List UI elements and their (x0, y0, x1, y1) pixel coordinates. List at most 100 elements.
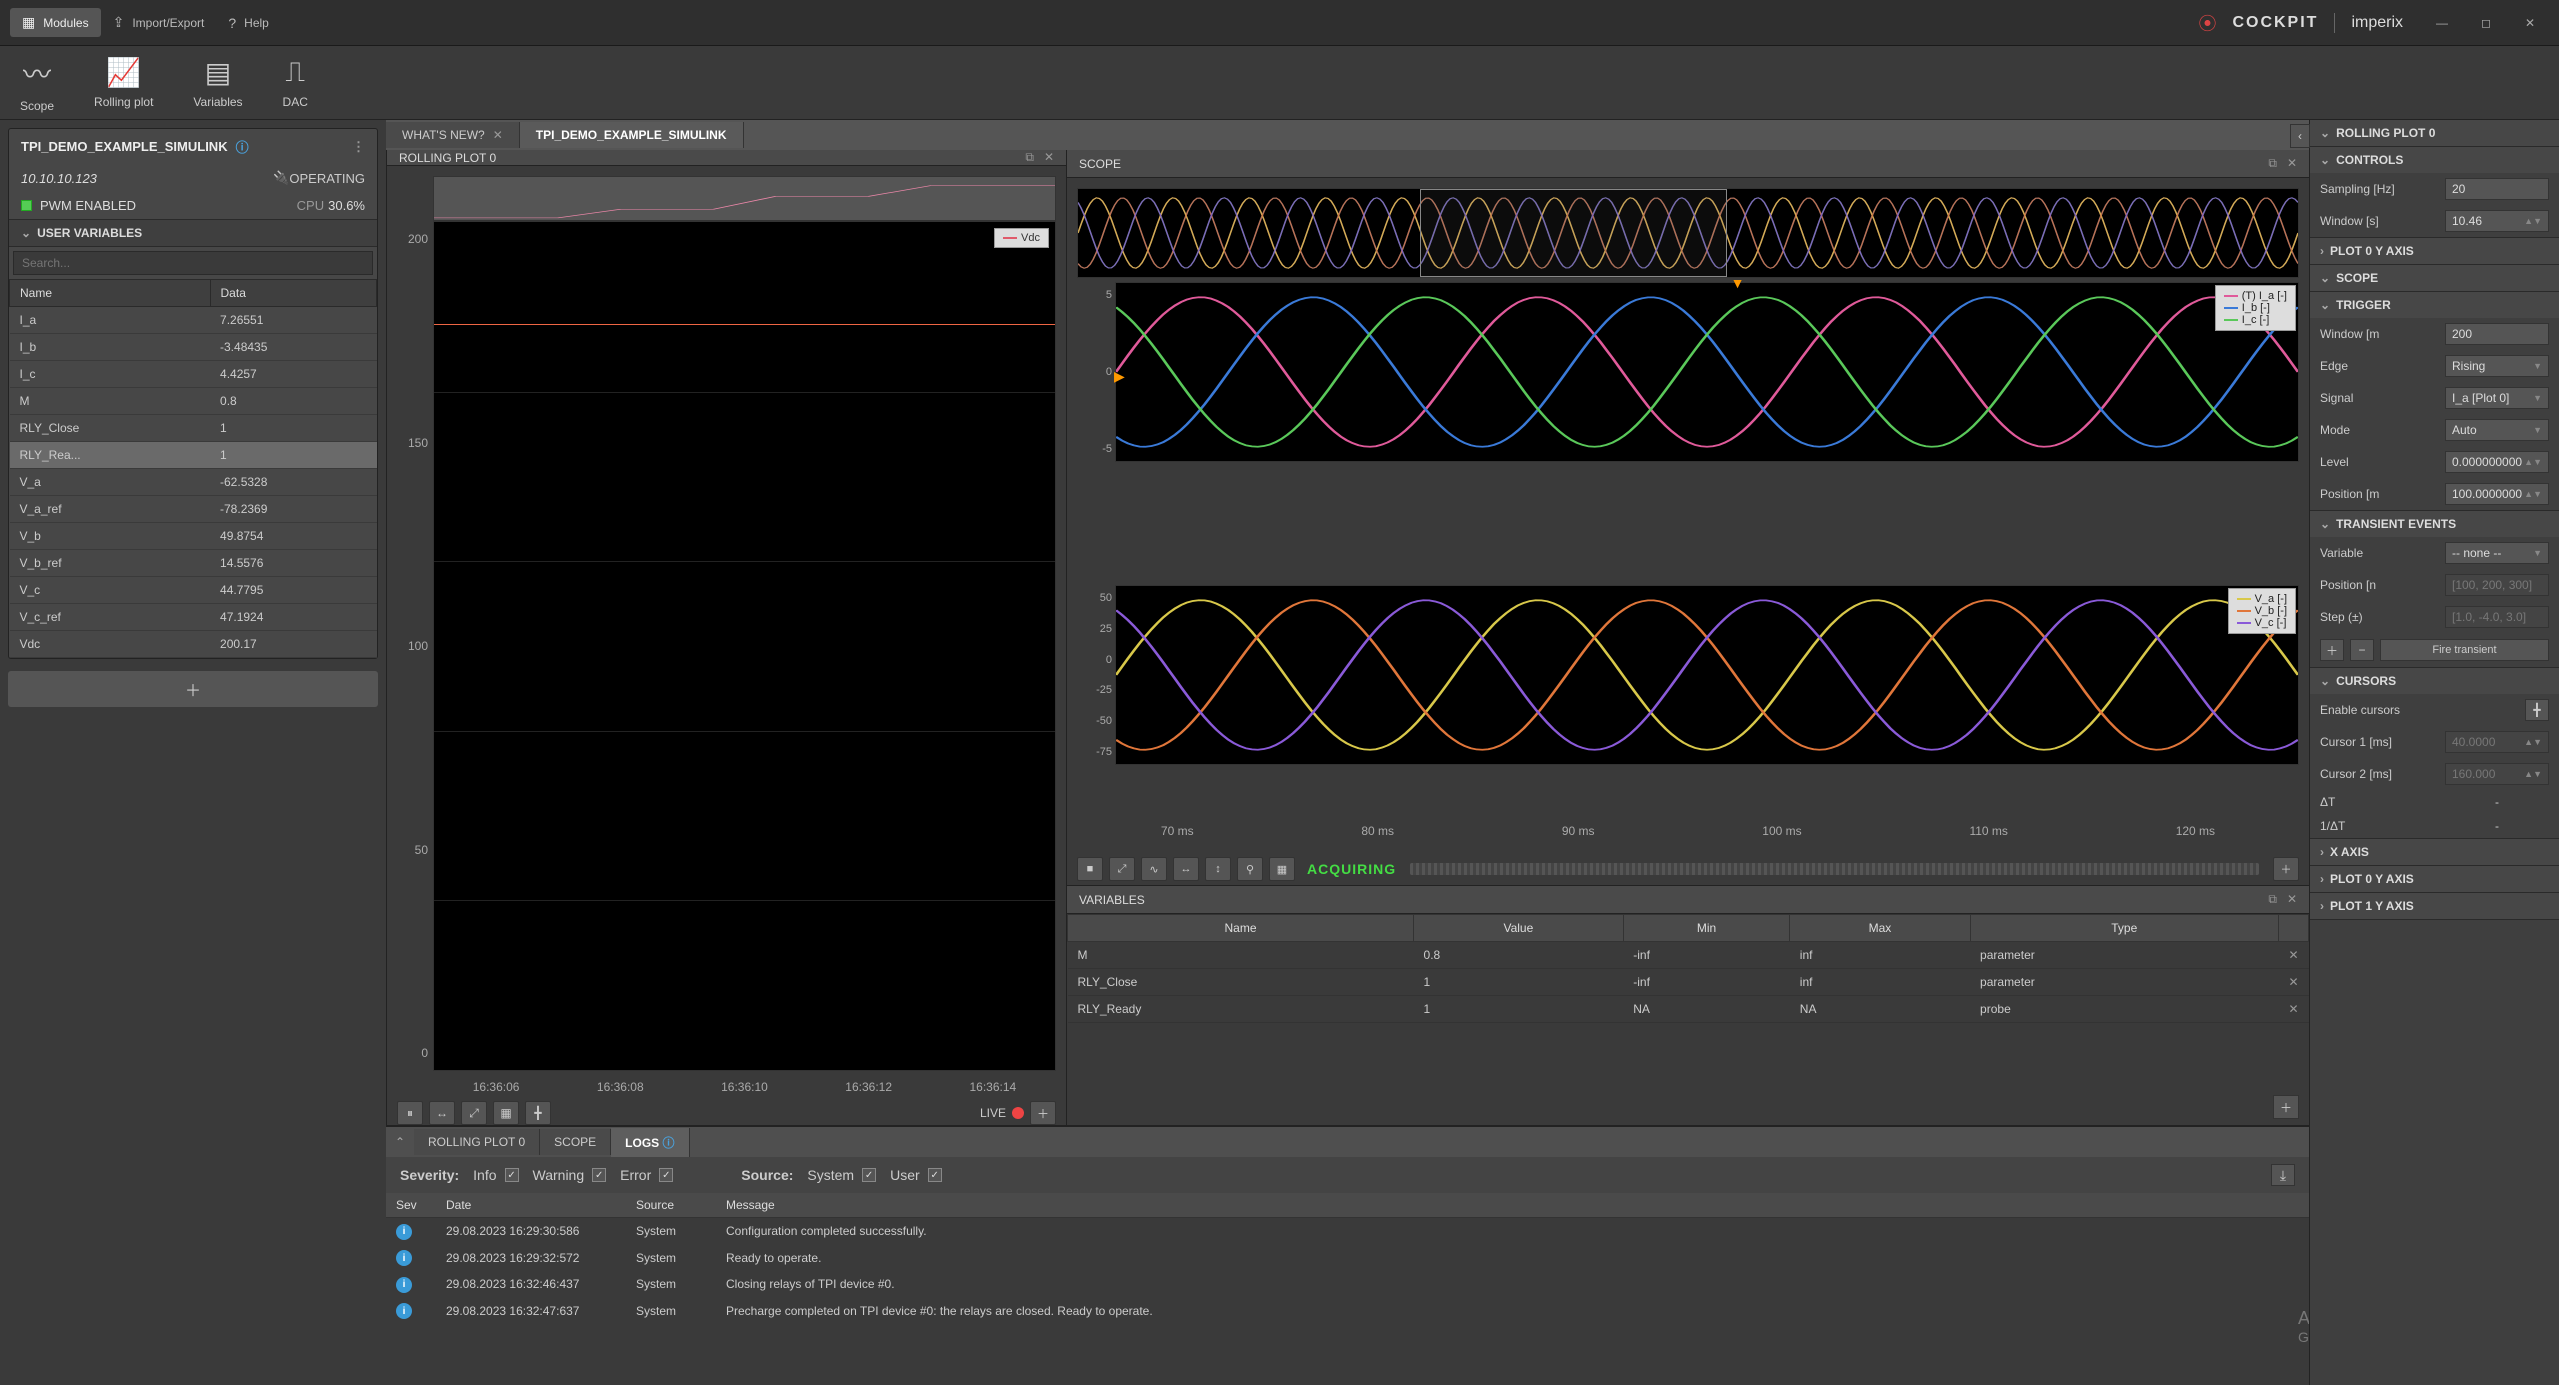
sampling-input[interactable]: 20 (2445, 178, 2549, 200)
add-variable[interactable]: ＋ (8, 671, 378, 707)
table-row[interactable]: I_b-3.48435 (10, 334, 377, 361)
filter-warning-check[interactable]: ✓ (592, 1168, 606, 1182)
undock-icon[interactable]: ⧉ (2268, 156, 2277, 171)
search-input[interactable] (13, 251, 373, 275)
scope-plot-1[interactable]: 50250-25-50-75 V_a [-]V_b [-]V_c [-] (1115, 585, 2299, 765)
cursor-button[interactable]: ╋ (525, 1101, 551, 1125)
level-input[interactable]: 0.000000000▲▼ (2445, 451, 2549, 473)
col-sev[interactable]: Sev (386, 1193, 436, 1218)
fit-button[interactable]: ⤢ (1109, 857, 1135, 881)
table-row[interactable]: RLY_Close1-infinfparameter✕ (1068, 969, 2309, 996)
zoom-button[interactable]: ∿ (1141, 857, 1167, 881)
window-maximize[interactable]: ◻ (2467, 9, 2505, 37)
settings-button[interactable]: ▦ (1269, 857, 1295, 881)
tab-main[interactable]: TPI_DEMO_EXAMPLE_SIMULINK (520, 122, 744, 148)
rolling-overview[interactable] (433, 176, 1056, 221)
window-close[interactable]: ✕ (2511, 9, 2549, 37)
info-icon[interactable]: ⓘ (236, 137, 249, 156)
delete-row-button[interactable]: ✕ (2278, 942, 2308, 969)
table-row[interactable]: V_c44.7795 (10, 577, 377, 604)
mode-select[interactable]: Auto▼ (2445, 419, 2549, 441)
fit-y-button[interactable]: ⤢ (461, 1101, 487, 1125)
col-type[interactable]: Type (1970, 915, 2278, 942)
rp-scope-header[interactable]: SCOPE (2310, 265, 2559, 291)
add-plot-button[interactable]: ＋ (2273, 857, 2299, 881)
project-menu[interactable]: ⋮ (352, 139, 365, 155)
filter-error-check[interactable]: ✓ (659, 1168, 673, 1182)
rp-rolling-header[interactable]: ROLLING PLOT 0 (2310, 120, 2559, 146)
fire-transient-button[interactable]: Fire transient (2380, 639, 2549, 661)
col-value[interactable]: Value (1414, 915, 1624, 942)
table-row[interactable]: M0.8-infinfparameter✕ (1068, 942, 2309, 969)
undock-icon[interactable]: ⧉ (1025, 150, 1034, 165)
table-row[interactable]: M0.8 (10, 388, 377, 415)
fit-x-button[interactable]: ↔ (1173, 857, 1199, 881)
grid-button[interactable]: ▦ (493, 1101, 519, 1125)
filter-info-check[interactable]: ✓ (505, 1168, 519, 1182)
rp-trigger-header[interactable]: TRIGGER (2310, 292, 2559, 318)
table-row[interactable]: Vdc200.17 (10, 631, 377, 658)
collapse-button[interactable]: ⌃ (386, 1128, 414, 1156)
fit-x-button[interactable]: ↔ (429, 1101, 455, 1125)
signal-select[interactable]: I_a [Plot 0]▼ (2445, 387, 2549, 409)
tpos-input[interactable]: [100, 200, 300] (2445, 574, 2549, 596)
table-row[interactable]: RLY_Ready1NANAprobe✕ (1068, 996, 2309, 1023)
filter-user-check[interactable]: ✓ (928, 1168, 942, 1182)
filter-system-check[interactable]: ✓ (862, 1168, 876, 1182)
tool-rolling[interactable]: 📈Rolling plot (94, 56, 153, 109)
cursor1-input[interactable]: 40.0000▲▼ (2445, 731, 2549, 753)
table-row[interactable]: V_a_ref-78.2369 (10, 496, 377, 523)
trigger-window-input[interactable]: 200 (2445, 323, 2549, 345)
tab-logs[interactable]: LOGS ⓘ (611, 1128, 689, 1157)
rolling-chart[interactable]: Vdc 200150100500 16:36:0616:36:0816:36:1… (433, 221, 1056, 1071)
scope-plot-0[interactable]: ▼ ▶ 50-5 (T) I_a [-]I_b [-]I_c [-] (1115, 282, 2299, 462)
tab-scope[interactable]: SCOPE (540, 1129, 611, 1155)
col-name[interactable]: Name (1068, 915, 1414, 942)
rp-xaxis-header[interactable]: X AXIS (2310, 839, 2559, 865)
close-icon[interactable]: ✕ (2287, 892, 2297, 907)
transient-remove-button[interactable]: − (2350, 639, 2374, 661)
close-icon[interactable]: ✕ (493, 128, 503, 142)
add-plot-button[interactable]: ＋ (1030, 1101, 1056, 1125)
fit-y-button[interactable]: ↕ (1205, 857, 1231, 881)
delete-row-button[interactable]: ✕ (2278, 969, 2308, 996)
col-min[interactable]: Min (1623, 915, 1790, 942)
table-row[interactable]: I_a7.26551 (10, 307, 377, 334)
rp-p1y-header[interactable]: PLOT 1 Y AXIS (2310, 893, 2559, 919)
add-variable-button[interactable]: ＋ (2273, 1095, 2299, 1119)
window-minimize[interactable]: — (2423, 9, 2461, 37)
rp-p0y-header[interactable]: PLOT 0 Y AXIS (2310, 866, 2559, 892)
tab-rolling-plot[interactable]: ROLLING PLOT 0 (414, 1129, 540, 1155)
collapse-right-button[interactable]: ‹ (2290, 124, 2310, 148)
modules-button[interactable]: ▦Modules (10, 8, 101, 37)
scope-overview[interactable] (1077, 188, 2299, 278)
table-row[interactable]: RLY_Close1 (10, 415, 377, 442)
stop-button[interactable]: ■ (1077, 857, 1103, 881)
tool-scope[interactable]: 〰Scope (20, 53, 54, 113)
tab-whats-new[interactable]: WHAT'S NEW?✕ (386, 122, 520, 148)
col-date[interactable]: Date (436, 1193, 626, 1218)
user-variables-header[interactable]: USER VARIABLES (9, 219, 377, 247)
rp-transient-header[interactable]: TRANSIENT EVENTS (2310, 511, 2559, 537)
rp-cursors-header[interactable]: CURSORS (2310, 668, 2559, 694)
tool-dac[interactable]: ⎍DAC (283, 56, 308, 109)
col-max[interactable]: Max (1790, 915, 1970, 942)
undock-icon[interactable]: ⧉ (2268, 892, 2277, 907)
table-row[interactable]: V_c_ref47.1924 (10, 604, 377, 631)
help-button[interactable]: ?Help (216, 9, 280, 37)
col-data[interactable]: Data (210, 280, 376, 307)
close-icon[interactable]: ✕ (2287, 156, 2297, 171)
trigger-button[interactable]: ⚲ (1237, 857, 1263, 881)
rp-plot0y-header[interactable]: PLOT 0 Y AXIS (2310, 238, 2559, 264)
window-input[interactable]: 10.46▲▼ (2445, 210, 2549, 232)
position-input[interactable]: 100.0000000▲▼ (2445, 483, 2549, 505)
import-export-button[interactable]: ⇪Import/Export (101, 8, 217, 37)
col-message[interactable]: Message (716, 1193, 2309, 1218)
table-row[interactable]: V_a-62.5328 (10, 469, 377, 496)
table-row[interactable]: V_b49.8754 (10, 523, 377, 550)
table-row[interactable]: I_c4.4257 (10, 361, 377, 388)
col-name[interactable]: Name (10, 280, 211, 307)
edge-select[interactable]: Rising▼ (2445, 355, 2549, 377)
tstep-input[interactable]: [1.0, -4.0, 3.0] (2445, 606, 2549, 628)
transient-add-button[interactable]: ＋ (2320, 639, 2344, 661)
